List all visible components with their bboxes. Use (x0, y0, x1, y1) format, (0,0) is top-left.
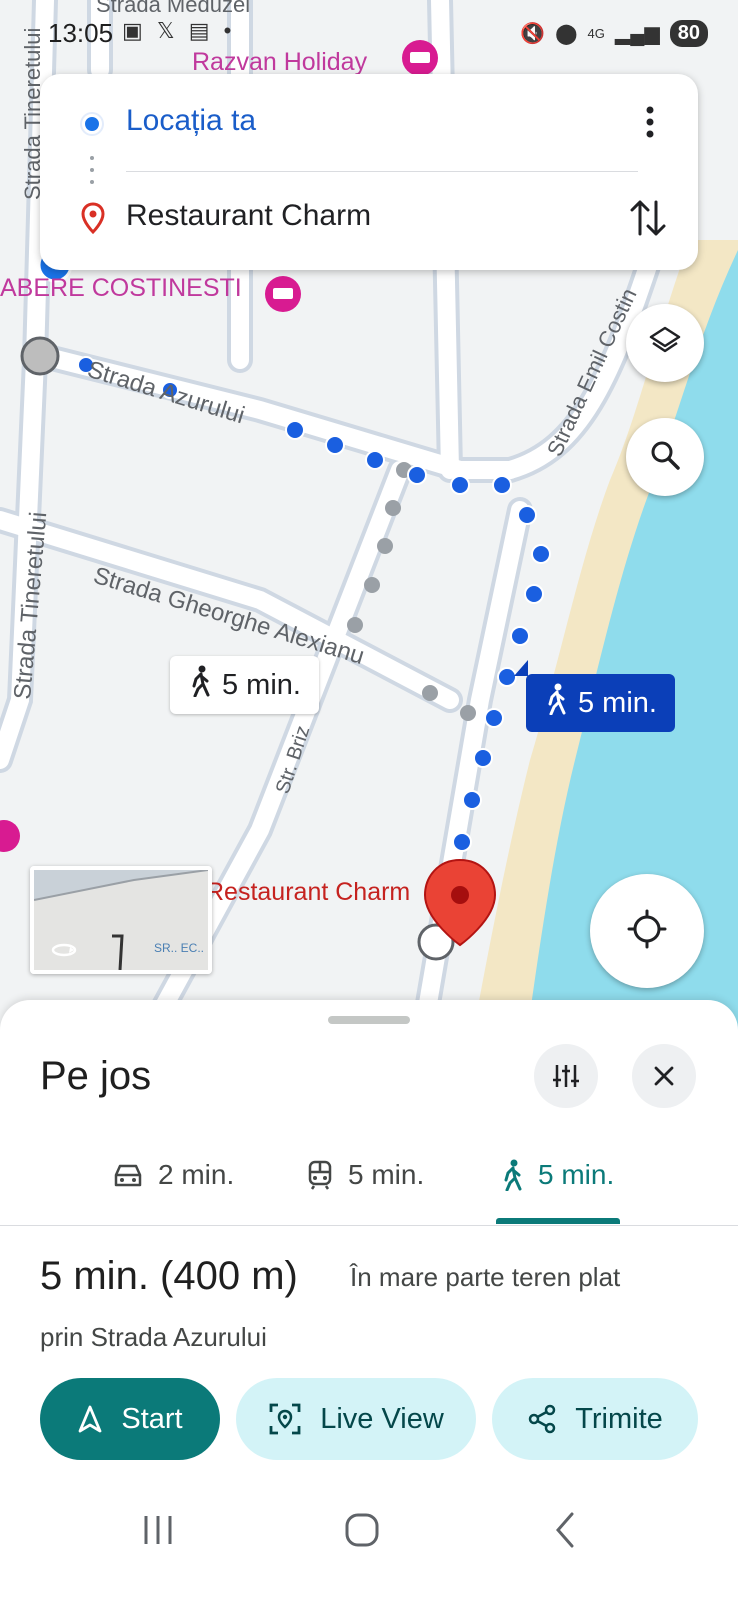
live-view-button[interactable]: Live View (236, 1378, 476, 1460)
live-view-icon (269, 1403, 301, 1435)
origin-dot-icon (82, 114, 102, 134)
system-icons: 🔇 ⬤ 4G ▂▄▆ 80 (520, 20, 708, 47)
more-vert-icon (646, 106, 654, 138)
status-bar: 13:05 ▣ 𝕏 ▤ • 🔇 ⬤ 4G ▂▄▆ 80 (0, 0, 738, 70)
swap-vert-icon (630, 200, 666, 236)
divider (126, 171, 638, 172)
selected-route-time[interactable]: 5 min. (526, 674, 675, 732)
walking-icon (544, 683, 568, 723)
share-button[interactable]: Trimite (492, 1378, 698, 1460)
bubble-pointer (514, 660, 528, 676)
start-button[interactable]: Start (40, 1378, 220, 1460)
hotel-pin-icon[interactable] (265, 276, 301, 312)
share-icon (528, 1404, 556, 1434)
tab-transit[interactable]: 5 min. (306, 1150, 424, 1200)
layers-icon (648, 324, 682, 363)
walking-icon (188, 665, 212, 705)
my-location-button[interactable] (590, 874, 704, 988)
route-options-button[interactable] (534, 1044, 598, 1108)
route-connector (90, 156, 94, 186)
recents-icon (144, 1516, 172, 1544)
tab-walking[interactable]: 5 min. (500, 1150, 614, 1200)
destination-pin-icon (80, 202, 106, 239)
route-time-label: 5 min. (578, 686, 657, 719)
destination-field[interactable]: Restaurant Charm (126, 199, 371, 233)
location-target-icon (625, 907, 669, 956)
back-icon (556, 1512, 574, 1548)
notification-icons: ▣ 𝕏 ▤ • (122, 18, 236, 43)
close-icon (654, 1066, 674, 1086)
route-via: prin Strada Azurului (40, 1322, 267, 1352)
route-start-marker (20, 336, 60, 376)
home-button[interactable] (342, 1510, 382, 1555)
back-button[interactable] (550, 1510, 580, 1555)
route-duration-distance: 5 min. (400 m) (40, 1254, 298, 1298)
layers-button[interactable] (626, 304, 704, 382)
signal-icon: ▂▄▆ (614, 23, 660, 45)
live-view-label: Live View (320, 1402, 444, 1435)
search-icon (648, 438, 682, 477)
close-button[interactable] (632, 1044, 696, 1108)
more-options-button[interactable] (640, 102, 660, 142)
train-icon (308, 1160, 332, 1190)
car-icon (114, 1164, 142, 1187)
tab-time: 5 min. (538, 1159, 615, 1190)
route-time-label: 5 min. (222, 668, 301, 701)
origin-field[interactable]: Locația ta (126, 104, 256, 138)
route-terrain-note: În mare parte teren plat (350, 1262, 621, 1292)
drag-handle[interactable] (328, 1016, 410, 1024)
share-label: Trimite (575, 1402, 663, 1435)
svg-text:SR.. EC..: SR.. EC.. (154, 941, 204, 955)
tab-driving[interactable]: 2 min. (112, 1150, 234, 1200)
destination-label[interactable]: Restaurant Charm (206, 878, 410, 907)
location-icon: ⬤ (555, 23, 578, 45)
tab-time: 5 min. (348, 1159, 425, 1190)
battery-level: 80 (669, 20, 708, 47)
recent-apps-button[interactable] (140, 1510, 176, 1555)
start-label: Start (121, 1402, 183, 1435)
active-tab-indicator (496, 1218, 620, 1224)
mute-icon: 🔇 (520, 23, 546, 45)
poi-label[interactable]: ABERE COSTINESTI (0, 274, 242, 303)
street-view-thumbnail[interactable]: SR.. EC.. (30, 866, 212, 974)
tab-time: 2 min. (158, 1159, 235, 1190)
swap-endpoints-button[interactable] (628, 194, 668, 242)
travel-mode-title: Pe jos (40, 1054, 152, 1098)
directions-card: Locația ta Restaurant Charm (40, 74, 698, 270)
alternate-route-time[interactable]: 5 min. (170, 656, 319, 714)
system-navigation-bar (0, 1490, 738, 1600)
clock: 13:05 (48, 18, 114, 48)
tune-icon (553, 1065, 579, 1087)
network-type: 4G (587, 26, 605, 41)
navigation-arrow-icon (78, 1405, 102, 1433)
home-icon (345, 1513, 379, 1547)
walking-icon (504, 1159, 522, 1191)
search-along-route-button[interactable] (626, 418, 704, 496)
travel-mode-tabs: 2 min. 5 min. 5 min. (0, 1130, 738, 1226)
